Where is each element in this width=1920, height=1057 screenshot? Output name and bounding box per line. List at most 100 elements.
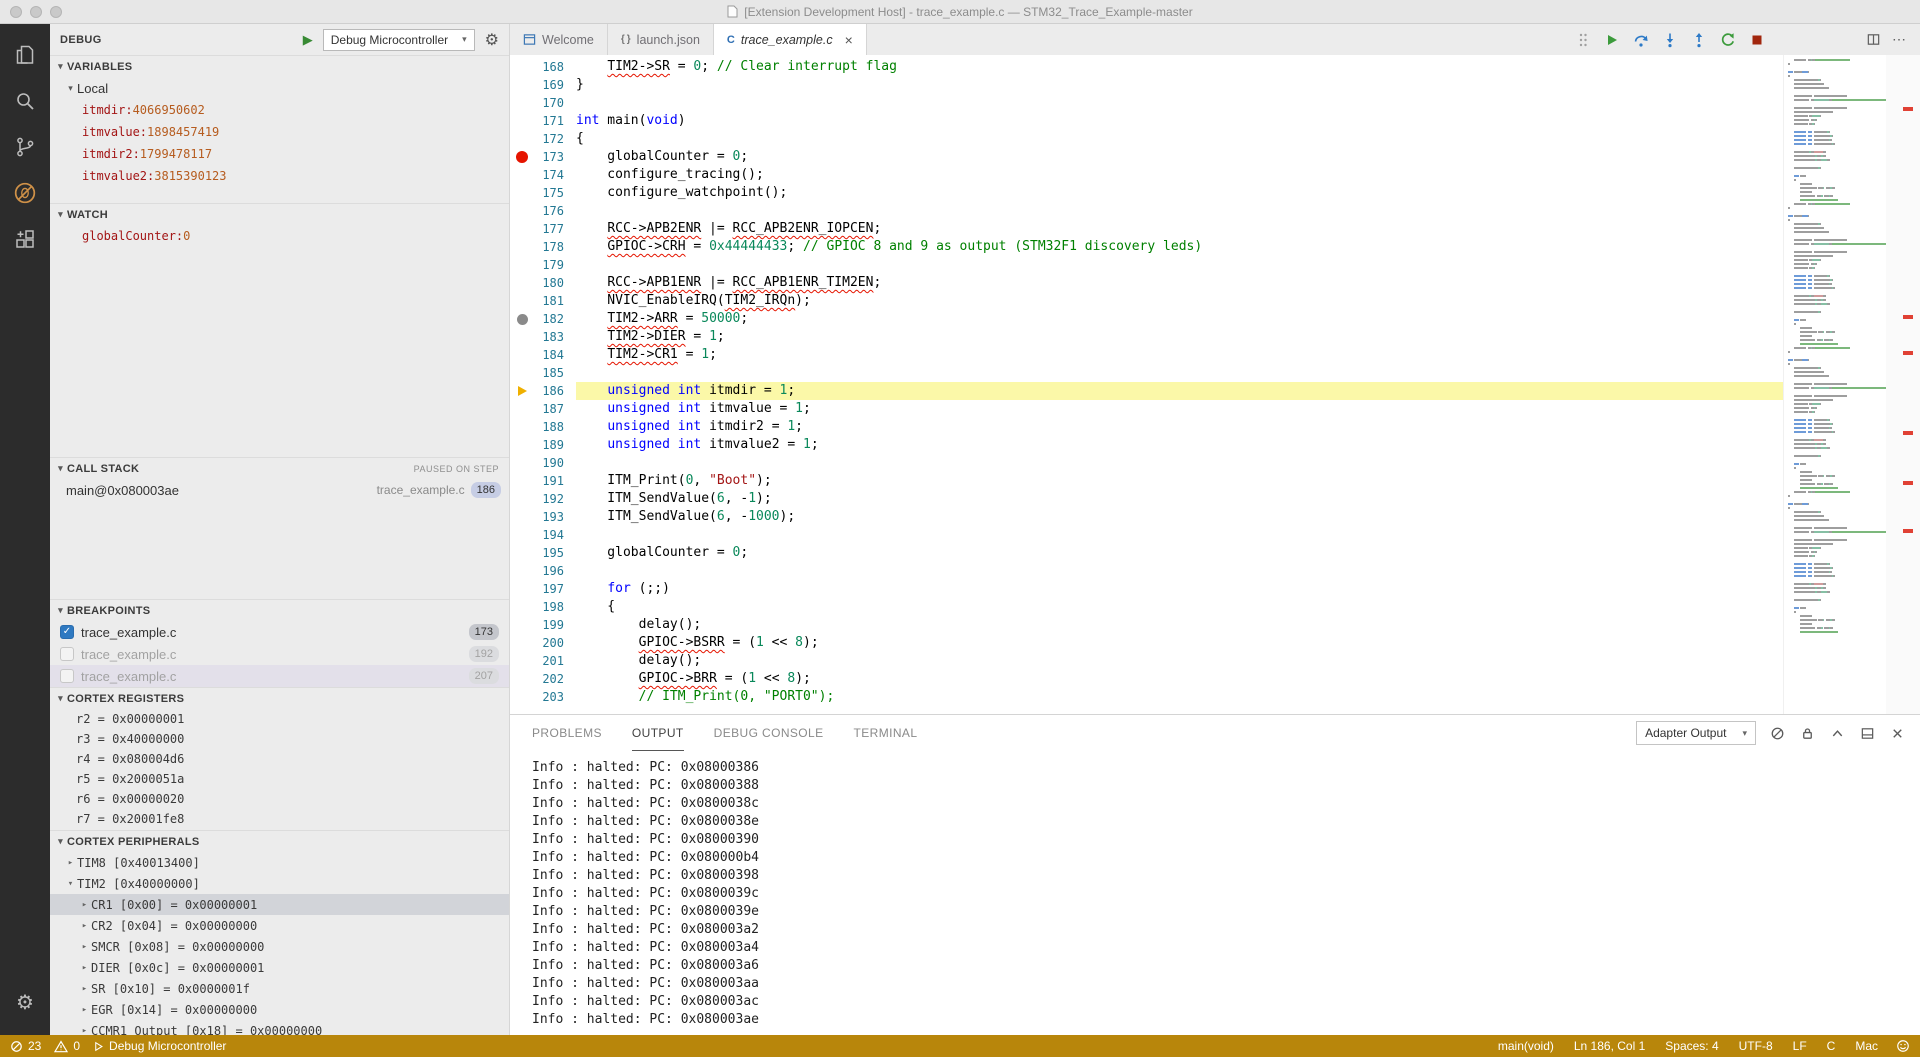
editor-gutter-cell[interactable]: 188 [510, 418, 576, 436]
code-line[interactable]: 199 delay(); [510, 616, 1920, 634]
variable-row[interactable]: itmvalue2: 3815390123 [50, 165, 509, 187]
peripheral-row[interactable]: ▸CR1 [0x00] = 0x00000001 [50, 894, 509, 915]
editor-gutter-cell[interactable]: 203 [510, 688, 576, 706]
register-row[interactable]: r5 = 0x2000051a [50, 769, 509, 789]
register-row[interactable]: r6 = 0x00000020 [50, 789, 509, 809]
breakpoint-checkbox[interactable] [60, 647, 74, 661]
code-line[interactable]: 196 [510, 562, 1920, 580]
peripheral-row[interactable]: ▸SMCR [0x08] = 0x00000000 [50, 936, 509, 957]
watch-section-header[interactable]: ▾ WATCH [50, 204, 509, 225]
variable-row[interactable]: itmdir2: 1799478117 [50, 143, 509, 165]
editor-gutter-cell[interactable]: 193 [510, 508, 576, 526]
code-line[interactable]: 181 NVIC_EnableIRQ(TIM2_IRQn); [510, 292, 1920, 310]
code-line[interactable]: 194 [510, 526, 1920, 544]
output-channel-select[interactable]: Adapter Output ▾ [1636, 721, 1756, 745]
output-lines[interactable]: Info : halted: PC: 0x08000386Info : halt… [510, 751, 1920, 1035]
register-row[interactable]: r4 = 0x080004d6 [50, 749, 509, 769]
editor-gutter-cell[interactable]: 189 [510, 436, 576, 454]
close-tab-icon[interactable]: × [845, 32, 853, 48]
panel-tab-problems[interactable]: PROBLEMS [532, 715, 602, 751]
editor-gutter-cell[interactable]: 201 [510, 652, 576, 670]
code-line[interactable]: 197 for (;;) [510, 580, 1920, 598]
code-line[interactable]: 191 ITM_Print(0, "Boot"); [510, 472, 1920, 490]
explorer-icon[interactable] [0, 32, 50, 78]
peripheral-row[interactable]: ▸SR [0x10] = 0x0000001f [50, 978, 509, 999]
code-line[interactable]: 172{ [510, 130, 1920, 148]
code-line[interactable]: 190 [510, 454, 1920, 472]
variables-section-header[interactable]: ▾ VARIABLES [50, 56, 509, 77]
panel-tab-output[interactable]: OUTPUT [632, 715, 684, 751]
editor-gutter-cell[interactable]: 180 [510, 274, 576, 292]
panel-tab-debug-console[interactable]: DEBUG CONSOLE [714, 715, 824, 751]
editor-gutter-cell[interactable]: 186 [510, 382, 576, 400]
more-actions-icon[interactable]: ⋯ [1892, 31, 1906, 48]
tab-welcome[interactable]: Welcome [510, 24, 608, 55]
minimap[interactable] [1783, 55, 1886, 714]
code-line[interactable]: 193 ITM_SendValue(6, -1000); [510, 508, 1920, 526]
breakpoint-row[interactable]: trace_example.c207 [50, 665, 509, 687]
debug-icon[interactable] [0, 170, 50, 216]
editor-gutter-cell[interactable]: 187 [510, 400, 576, 418]
editor-gutter-cell[interactable]: 170 [510, 94, 576, 112]
peripheral-row[interactable]: ▸EGR [0x14] = 0x00000000 [50, 999, 509, 1020]
editor-gutter-cell[interactable]: 202 [510, 670, 576, 688]
maximize-panel-icon[interactable] [1828, 724, 1846, 742]
code-line[interactable]: 195 globalCounter = 0; [510, 544, 1920, 562]
peripheral-row[interactable]: ▸CR2 [0x04] = 0x00000000 [50, 915, 509, 936]
editor-gutter-cell[interactable]: 168 [510, 58, 576, 76]
editor-gutter-cell[interactable]: 197 [510, 580, 576, 598]
breakpoint-checkbox[interactable] [60, 669, 74, 683]
code-line[interactable]: 179 [510, 256, 1920, 274]
code-line[interactable]: 184 TIM2->CR1 = 1; [510, 346, 1920, 364]
code-line[interactable]: 189 unsigned int itmvalue2 = 1; [510, 436, 1920, 454]
panel-tab-terminal[interactable]: TERMINAL [854, 715, 918, 751]
code-line[interactable]: 203 // ITM_Print(0, "PORT0"); [510, 688, 1920, 706]
editor-gutter-cell[interactable]: 200 [510, 634, 576, 652]
status-item[interactable]: Ln 186, Col 1 [1574, 1039, 1645, 1053]
editor-gutter-cell[interactable]: 184 [510, 346, 576, 364]
settings-gear-icon[interactable]: ⚙ [0, 979, 50, 1025]
code-line[interactable]: 180 RCC->APB1ENR |= RCC_APB1ENR_TIM2EN; [510, 274, 1920, 292]
code-line[interactable]: 183 TIM2->DIER = 1; [510, 328, 1920, 346]
register-row[interactable]: r7 = 0x20001fe8 [50, 809, 509, 829]
editor[interactable]: 168 TIM2->SR = 0; // Clear interrupt fla… [510, 55, 1920, 714]
editor-gutter-cell[interactable]: 169 [510, 76, 576, 94]
clear-output-icon[interactable] [1768, 724, 1786, 742]
start-debugging-button[interactable]: ▶ [303, 32, 313, 48]
warning-count[interactable]: 0 [54, 1039, 80, 1053]
minimize-window-button[interactable] [30, 6, 42, 18]
code-line[interactable]: 192 ITM_SendValue(6, -1); [510, 490, 1920, 508]
peripheral-row[interactable]: ▾TIM2 [0x40000000] [50, 873, 509, 894]
code-line[interactable]: 170 [510, 94, 1920, 112]
code-line[interactable]: 175 configure_watchpoint(); [510, 184, 1920, 202]
tab-launch-json[interactable]: { } launch.json [608, 24, 714, 55]
code-line[interactable]: 186 unsigned int itmdir = 1; [510, 382, 1920, 400]
status-item[interactable]: main(void) [1498, 1039, 1554, 1053]
call-stack-section-header[interactable]: ▾ CALL STACK PAUSED ON STEP [50, 458, 509, 479]
breakpoint-checkbox[interactable]: ✓ [60, 625, 74, 639]
breakpoints-section-header[interactable]: ▾ BREAKPOINTS [50, 600, 509, 621]
editor-gutter-cell[interactable]: 198 [510, 598, 576, 616]
peripheral-row[interactable]: ▸CCMR1_Output [0x18] = 0x00000000 [50, 1020, 509, 1035]
callstack-frame[interactable]: main@0x080003aetrace_example.c186 [50, 479, 509, 501]
register-row[interactable]: r3 = 0x40000000 [50, 729, 509, 749]
extensions-icon[interactable] [0, 216, 50, 262]
code-line[interactable]: 176 [510, 202, 1920, 220]
peripheral-row[interactable]: ▸TIM8 [0x40013400] [50, 852, 509, 873]
editor-gutter-cell[interactable]: 191 [510, 472, 576, 490]
status-item[interactable]: Mac [1855, 1039, 1878, 1053]
code-line[interactable]: 198 { [510, 598, 1920, 616]
registers-section-header[interactable]: ▾ CORTEX REGISTERS [50, 688, 509, 709]
editor-gutter-cell[interactable]: 192 [510, 490, 576, 508]
editor-gutter-cell[interactable]: 182 [510, 310, 576, 328]
scroll-lock-icon[interactable] [1798, 724, 1816, 742]
status-item[interactable]: LF [1793, 1039, 1807, 1053]
step-into-button[interactable] [1660, 30, 1680, 50]
search-icon[interactable] [0, 78, 50, 124]
code-line[interactable]: 169} [510, 76, 1920, 94]
editor-gutter-cell[interactable]: 173 [510, 148, 576, 166]
variable-row[interactable]: globalCounter: 0 [50, 225, 509, 247]
code-line[interactable]: 200 GPIOC->BSRR = (1 << 8); [510, 634, 1920, 652]
configure-gear-icon[interactable]: ⚙ [485, 30, 499, 50]
editor-gutter-cell[interactable]: 177 [510, 220, 576, 238]
